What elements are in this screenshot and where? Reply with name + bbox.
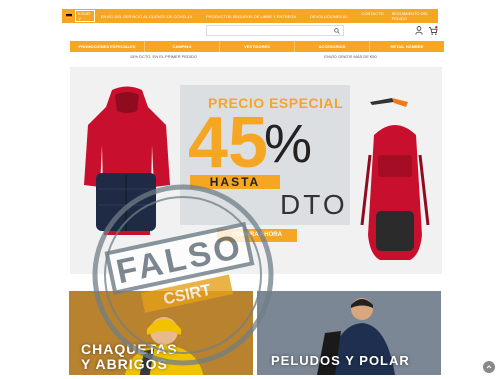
germany-flag-icon[interactable] [66, 14, 73, 18]
order-tracking-link[interactable]: SEGUIMIENTO DEL PEDIDO [392, 11, 434, 21]
search-icon[interactable] [334, 27, 340, 34]
contact-link[interactable]: CONTACTO [362, 11, 384, 21]
nav-item-camping[interactable]: CAMPING [145, 41, 220, 52]
chevron-up-icon [486, 365, 492, 369]
promo-strip: 15% DCTO. EN EL PRIMER PEDIDO ENVÍO GRAT… [70, 53, 444, 61]
currency-selector[interactable]: € EUR ∨ [75, 10, 95, 22]
red-backpack-image [360, 125, 430, 260]
discount-number: 45 [188, 103, 269, 183]
knife-image [370, 98, 408, 107]
main-nav: PROMOCIONES ESPECIALES CAMPING VESTIDORE… [70, 41, 444, 52]
page: € EUR ∨ ENVÍO DEL SERVICIO AL CLIENTE DE… [0, 0, 500, 379]
dto-label: DTO [280, 189, 348, 220]
topbar-message-delivery[interactable]: PRODUCTOS SEGUROS DE LIBRE Y ENTREGA [206, 14, 296, 19]
tile-title-fleece: PELUDOS Y POLAR [271, 353, 410, 368]
category-tile-fleece[interactable]: PELUDOS Y POLAR [257, 291, 441, 375]
nav-item-men[interactable]: RETAIL HOMBRE [370, 41, 444, 52]
cart-icon[interactable] [428, 26, 438, 35]
stamp-org: CSIRT [162, 282, 213, 309]
promo-first-order: 15% DCTO. EN EL PRIMER PEDIDO [129, 54, 198, 59]
scroll-to-top-button[interactable] [483, 361, 495, 373]
top-bar: € EUR ∨ ENVÍO DEL SERVICIO AL CLIENTE DE… [62, 9, 438, 23]
nav-item-clothing[interactable]: VESTIDORES [220, 41, 295, 52]
fake-stamp-overlay: FALSO CSIRT [92, 184, 274, 366]
nav-item-accessories[interactable]: ACCESORIOS [295, 41, 370, 52]
topbar-message-covid[interactable]: ENVÍO DEL SERVICIO AL CLIENTE DE COVID-1… [101, 14, 192, 19]
percent-sign: % [264, 114, 313, 174]
topbar-right-links: CONTACTO SEGUIMIENTO DEL PEDIDO [362, 11, 435, 21]
search-input[interactable] [206, 25, 344, 36]
nav-item-special-promotions[interactable]: PROMOCIONES ESPECIALES [70, 41, 145, 52]
user-icon[interactable] [415, 26, 423, 35]
topbar-message-returns[interactable]: DEVOLUCIONES 60 [310, 14, 347, 19]
promo-free-shipping: ENVÍO GRATIS MÁS DE €50 [324, 54, 377, 59]
